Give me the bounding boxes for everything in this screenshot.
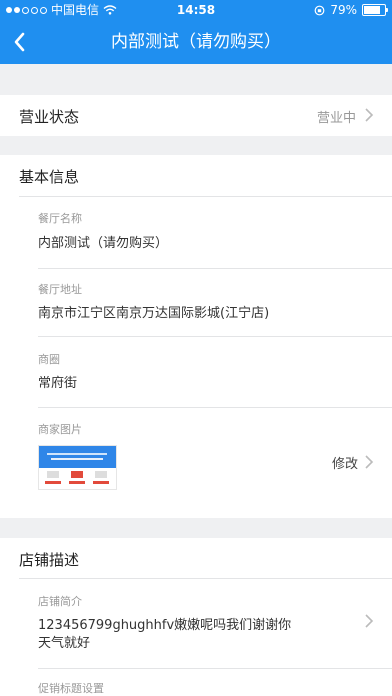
battery-percent: 79% bbox=[330, 3, 357, 17]
district-label: 商圈 bbox=[38, 353, 60, 366]
divider bbox=[38, 268, 392, 269]
business-status-row[interactable]: 营业状态 营业中 bbox=[0, 95, 392, 136]
restaurant-name-label: 餐厅名称 bbox=[38, 212, 82, 225]
divider bbox=[38, 668, 392, 669]
status-bar: 中国电信 14:58 79% bbox=[0, 0, 392, 20]
address-value: 南京市江宁区南京万达国际影城(江宁店) bbox=[38, 306, 270, 321]
battery-icon bbox=[362, 4, 388, 16]
divider bbox=[19, 196, 392, 197]
battery-level bbox=[364, 6, 380, 14]
nav-header: 中国电信 14:58 79% 内部测试（请勿购买） bbox=[0, 0, 392, 64]
chevron-right-icon bbox=[365, 614, 374, 628]
chevron-right-icon bbox=[365, 108, 374, 122]
business-status-value: 营业中 bbox=[316, 111, 356, 126]
store-intro-row[interactable]: 店铺简介 123456799ghughhfv嫩嫩呢吗我们谢谢你 天气就好 bbox=[0, 579, 392, 668]
promo-title-label[interactable]: 促销标题设置 bbox=[38, 680, 104, 696]
rotation-lock-icon bbox=[314, 5, 325, 15]
battery-area: 79% bbox=[314, 0, 388, 20]
store-photo-image bbox=[39, 446, 116, 489]
store-photo-thumbnail[interactable] bbox=[38, 445, 117, 490]
page-title: 内部测试（请勿购买） bbox=[111, 32, 281, 52]
address-label: 餐厅地址 bbox=[38, 283, 82, 296]
district-value: 常府街 bbox=[38, 376, 78, 391]
business-status-label: 营业状态 bbox=[19, 108, 80, 126]
photo-label: 商家图片 bbox=[38, 423, 82, 436]
store-intro-line1: 123456799ghughhfv嫩嫩呢吗我们谢谢你 bbox=[38, 618, 292, 633]
store-intro-line2: 天气就好 bbox=[38, 636, 91, 651]
chevron-right-icon[interactable] bbox=[364, 454, 374, 470]
photo-edit-link[interactable]: 修改 bbox=[332, 453, 358, 472]
store-intro-label: 店铺简介 bbox=[38, 595, 82, 608]
divider bbox=[38, 407, 392, 408]
divider bbox=[38, 336, 392, 337]
restaurant-name-value: 内部测试（请勿购买） bbox=[38, 236, 169, 251]
store-desc-title: 店铺描述 bbox=[19, 551, 80, 569]
basic-info-title: 基本信息 bbox=[19, 168, 80, 186]
